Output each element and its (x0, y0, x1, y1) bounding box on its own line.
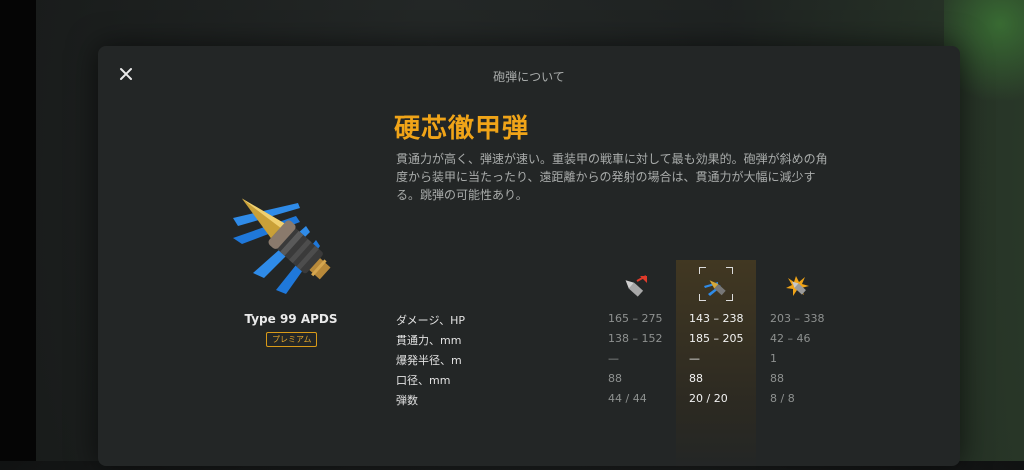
stat-value: — (608, 352, 619, 365)
stat-row-explosion-radius: 爆発半径、m — — 1 (396, 352, 876, 372)
stat-value: 8 / 8 (770, 392, 795, 405)
shell-info-modal: 砲弾について 硬芯徹甲弾 貫通力が高く、弾速が速い。重装甲の戦車に対して最も効果… (98, 46, 960, 470)
stat-value: 88 (770, 372, 784, 385)
stat-value-selected: 20 / 20 (689, 392, 728, 405)
shell-name: Type 99 APDS (244, 312, 338, 326)
stat-row-damage: ダメージ、HP 165 – 275 143 – 238 203 – 338 (396, 312, 876, 332)
shell-type-title: 硬芯徹甲弾 (394, 114, 530, 144)
stat-label: 爆発半径、m (396, 354, 462, 367)
stat-value: 42 – 46 (770, 332, 811, 345)
ap-shell-icon[interactable] (620, 274, 648, 298)
stat-label: 貫通力、mm (396, 334, 462, 347)
stat-value-selected: 185 – 205 (689, 332, 744, 345)
stat-label: 口径、mm (396, 374, 451, 387)
apds-shell-illustration (233, 198, 331, 294)
stat-label: 弾数 (396, 394, 418, 407)
premium-badge: プレミアム (266, 332, 318, 347)
modal-title: 砲弾について (493, 70, 565, 84)
he-shell-icon[interactable] (784, 274, 812, 298)
stat-value: 138 – 152 (608, 332, 663, 345)
stat-row-penetration: 貫通力、mm 138 – 152 185 – 205 42 – 46 (396, 332, 876, 352)
left-edge (0, 0, 36, 461)
stat-value: 88 (608, 372, 622, 385)
stat-value-selected: 143 – 238 (689, 312, 744, 325)
stat-value: 203 – 338 (770, 312, 825, 325)
stat-value: 1 (770, 352, 777, 365)
stat-row-ammo-count: 弾数 44 / 44 20 / 20 8 / 8 (396, 392, 876, 412)
stat-label: ダメージ、HP (396, 314, 466, 327)
stat-value-selected: — (689, 352, 700, 365)
stat-value: 165 – 275 (608, 312, 663, 325)
stat-row-caliber: 口径、mm 88 88 88 (396, 372, 876, 392)
shell-description: 貫通力が高く、弾速が速い。重装甲の戦車に対して最も効果的。砲弾が斜めの角度から装… (396, 152, 828, 202)
stat-value-selected: 88 (689, 372, 703, 385)
stat-value: 44 / 44 (608, 392, 647, 405)
apds-shell-icon[interactable] (702, 274, 730, 298)
